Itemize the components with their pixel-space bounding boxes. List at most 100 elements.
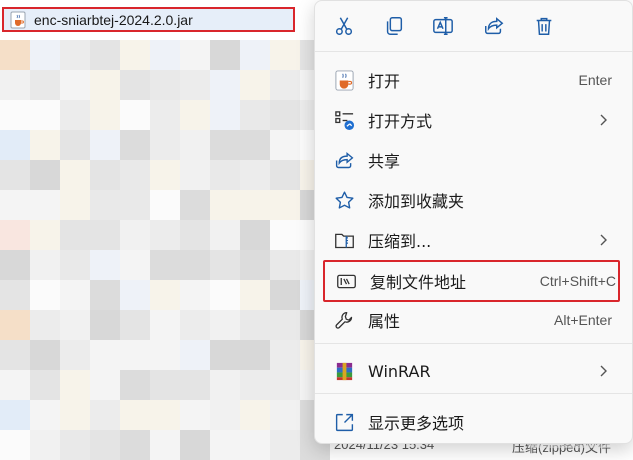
delete-icon: [536, 17, 552, 35]
mosaic-tile: [30, 400, 60, 430]
mosaic-tile: [60, 70, 90, 100]
mosaic-tile: [270, 430, 300, 460]
mosaic-tile: [270, 370, 300, 400]
mosaic-tile: [210, 220, 240, 250]
mosaic-tile: [150, 370, 180, 400]
open-with-icon: [334, 110, 354, 130]
mosaic-tile: [60, 280, 90, 310]
cut-button[interactable]: [329, 11, 359, 41]
menu-item-label: 共享: [368, 152, 401, 171]
rename-button[interactable]: [428, 11, 458, 41]
mosaic-tile: [150, 400, 180, 430]
winrar-icon: [336, 362, 352, 380]
mosaic-tile: [0, 370, 30, 400]
menu-item-add-favorites[interactable]: 添加到收藏夹: [321, 181, 626, 219]
mosaic-tile: [210, 400, 240, 430]
mosaic-tile: [240, 70, 270, 100]
blurred-file-list: [0, 40, 330, 460]
context-menu: 打开 Enter 打开方式 共享 添加到收藏夹 压缩到... 复制文件地址 Ct…: [314, 0, 633, 444]
mosaic-tile: [90, 70, 120, 100]
menu-item-label: 压缩到...: [368, 232, 432, 251]
mosaic-tile: [90, 430, 120, 460]
mosaic-tile: [270, 40, 300, 70]
mosaic-tile: [60, 370, 90, 400]
menu-item-label: 打开方式: [368, 112, 433, 131]
menu-item-show-more[interactable]: 显示更多选项: [321, 403, 626, 441]
mosaic-tile: [60, 310, 90, 340]
menu-item-shortcut: Ctrl+Shift+C: [539, 273, 616, 289]
mosaic-tile: [90, 100, 120, 130]
mosaic-tile: [240, 40, 270, 70]
mosaic-tile: [30, 250, 60, 280]
mosaic-tile: [60, 130, 90, 160]
mosaic-tile: [270, 100, 300, 130]
mosaic-tile: [30, 40, 60, 70]
mosaic-tile: [30, 130, 60, 160]
mosaic-tile: [210, 310, 240, 340]
mosaic-tile: [90, 40, 120, 70]
mosaic-tile: [60, 160, 90, 190]
copy-button[interactable]: [379, 11, 409, 41]
share-button[interactable]: [479, 11, 509, 41]
mosaic-tile: [30, 160, 60, 190]
mosaic-tile: [180, 370, 210, 400]
share-icon: [485, 17, 504, 35]
mosaic-tile: [0, 190, 30, 220]
mosaic-tile: [30, 280, 60, 310]
menu-item-open-with[interactable]: 打开方式: [321, 101, 626, 139]
menu-item-winrar[interactable]: WinRAR: [321, 352, 626, 390]
mosaic-tile: [210, 280, 240, 310]
mosaic-tile: [120, 250, 150, 280]
mosaic-tile: [180, 40, 210, 70]
wrench-icon: [334, 311, 352, 329]
mosaic-tile: [180, 70, 210, 100]
toolbar-divider: [315, 51, 632, 52]
mosaic-tile: [90, 190, 120, 220]
java-jar-icon: [334, 69, 354, 91]
mosaic-tile: [0, 100, 30, 130]
mosaic-tile: [180, 400, 210, 430]
menu-item-copy-path[interactable]: 复制文件地址 Ctrl+Shift+C: [323, 260, 620, 302]
mosaic-tile: [90, 130, 120, 160]
mosaic-tile: [270, 280, 300, 310]
mosaic-tile: [90, 220, 120, 250]
mosaic-tile: [120, 220, 150, 250]
mosaic-tile: [210, 250, 240, 280]
mosaic-tile: [120, 40, 150, 70]
mosaic-tile: [0, 310, 30, 340]
mosaic-tile: [120, 370, 150, 400]
menu-item-shortcut: Enter: [578, 72, 612, 88]
mosaic-tile: [90, 250, 120, 280]
mosaic-tile: [270, 220, 300, 250]
menu-item-share[interactable]: 共享: [321, 141, 626, 179]
mosaic-tile: [270, 70, 300, 100]
menu-item-label: 打开: [368, 72, 401, 91]
delete-button[interactable]: [529, 11, 559, 41]
mosaic-tile: [30, 220, 60, 250]
mosaic-tile: [120, 280, 150, 310]
mosaic-tile: [240, 280, 270, 310]
rename-icon: [433, 17, 453, 35]
menu-item-open[interactable]: 打开 Enter: [321, 61, 626, 99]
menu-item-properties[interactable]: 属性 Alt+Enter: [321, 301, 626, 339]
mosaic-tile: [180, 280, 210, 310]
mosaic-tile: [270, 340, 300, 370]
selected-file-row[interactable]: enc-sniarbtej-2024.2.0.jar: [2, 7, 295, 32]
mosaic-tile: [240, 130, 270, 160]
file-name: enc-sniarbtej-2024.2.0.jar: [34, 11, 193, 28]
mosaic-tile: [0, 70, 30, 100]
mosaic-tile: [120, 160, 150, 190]
mosaic-tile: [150, 310, 180, 340]
mosaic-tile: [240, 220, 270, 250]
menu-item-compress[interactable]: 压缩到...: [321, 221, 626, 259]
mosaic-tile: [270, 400, 300, 430]
java-jar-icon: [10, 11, 26, 28]
menu-divider: [315, 393, 632, 394]
mosaic-tile: [60, 190, 90, 220]
mosaic-tile: [30, 70, 60, 100]
mosaic-tile: [150, 160, 180, 190]
mosaic-tile: [210, 130, 240, 160]
mosaic-tile: [180, 250, 210, 280]
mosaic-tile: [60, 40, 90, 70]
mosaic-tile: [180, 310, 210, 340]
